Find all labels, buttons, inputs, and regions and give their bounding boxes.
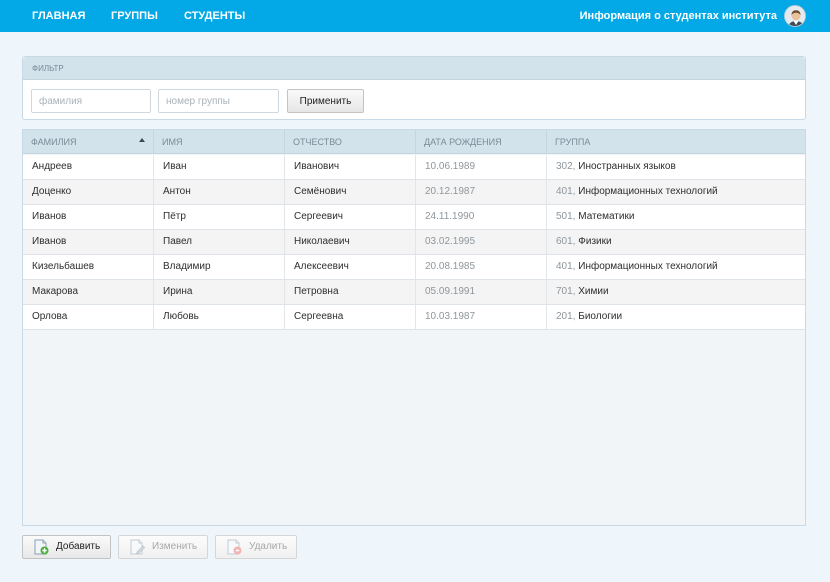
column-header-label: ИМЯ bbox=[162, 137, 183, 147]
cell-birth-date: 20.08.1985 bbox=[416, 255, 547, 279]
cell-birth-date: 24.11.1990 bbox=[416, 205, 547, 229]
cell-birth-date: 03.02.1995 bbox=[416, 230, 547, 254]
grid-body: Андреев Иван Иванович 10.06.1989 302, Ин… bbox=[23, 155, 805, 330]
group-number-filter-input[interactable] bbox=[158, 89, 279, 113]
cell-group: 302, Иностранных языков bbox=[547, 155, 805, 179]
group-name: Биологии bbox=[578, 311, 623, 322]
cell-patronymic: Семёнович bbox=[285, 180, 416, 204]
cell-birth-date: 05.09.1991 bbox=[416, 280, 547, 304]
table-row[interactable]: Макарова Ирина Петровна 05.09.1991 701, … bbox=[23, 280, 805, 305]
column-header-surname[interactable]: ФАМИЛИЯ bbox=[23, 130, 154, 154]
students-grid: ФАМИЛИЯ ИМЯ ОТЧЕСТВО ДАТА РОЖДЕНИЯ ГРУПП… bbox=[22, 129, 806, 526]
sort-ascending-icon bbox=[139, 138, 145, 142]
group-number: 401, bbox=[556, 186, 576, 197]
cell-surname: Орлова bbox=[23, 305, 154, 329]
app-title: Информация о студентах института bbox=[579, 10, 777, 22]
cell-name: Пётр bbox=[154, 205, 285, 229]
group-number: 701, bbox=[556, 286, 576, 297]
edit-button-label: Изменить bbox=[152, 541, 198, 552]
group-number: 201, bbox=[556, 311, 576, 322]
cell-group: 201, Биологии bbox=[547, 305, 805, 329]
nav-students[interactable]: СТУДЕНТЫ bbox=[184, 0, 245, 32]
nav-home[interactable]: ГЛАВНАЯ bbox=[32, 0, 85, 32]
cell-patronymic: Алексеевич bbox=[285, 255, 416, 279]
cell-group: 601, Физики bbox=[547, 230, 805, 254]
cell-group: 401, Информационных технологий bbox=[547, 180, 805, 204]
add-button[interactable]: Добавить bbox=[22, 535, 111, 559]
group-name: Физики bbox=[578, 236, 612, 247]
cell-patronymic: Николаевич bbox=[285, 230, 416, 254]
cell-surname: Андреев bbox=[23, 155, 154, 179]
cell-name: Павел bbox=[154, 230, 285, 254]
cell-patronymic: Петровна bbox=[285, 280, 416, 304]
cell-group: 701, Химии bbox=[547, 280, 805, 304]
apply-filter-button[interactable]: Применить bbox=[287, 89, 364, 113]
cell-name: Иван bbox=[154, 155, 285, 179]
group-number: 401, bbox=[556, 261, 576, 272]
table-row[interactable]: Кизельбашев Владимир Алексеевич 20.08.19… bbox=[23, 255, 805, 280]
cell-surname: Макарова bbox=[23, 280, 154, 304]
table-row[interactable]: Андреев Иван Иванович 10.06.1989 302, Ин… bbox=[23, 155, 805, 180]
group-number: 501, bbox=[556, 211, 576, 222]
column-header-group[interactable]: ГРУППА bbox=[547, 130, 805, 154]
cell-patronymic: Сергеевна bbox=[285, 305, 416, 329]
add-document-icon bbox=[33, 539, 49, 555]
cell-birth-date: 10.03.1987 bbox=[416, 305, 547, 329]
column-header-label: ДАТА РОЖДЕНИЯ bbox=[424, 137, 502, 147]
group-name: Математики bbox=[578, 211, 635, 222]
table-row[interactable]: Орлова Любовь Сергеевна 10.03.1987 201, … bbox=[23, 305, 805, 330]
grid-header: ФАМИЛИЯ ИМЯ ОТЧЕСТВО ДАТА РОЖДЕНИЯ ГРУПП… bbox=[23, 130, 805, 154]
cell-surname: Иванов bbox=[23, 205, 154, 229]
nav-groups[interactable]: ГРУППЫ bbox=[111, 0, 158, 32]
cell-birth-date: 10.06.1989 bbox=[416, 155, 547, 179]
column-header-birth-date[interactable]: ДАТА РОЖДЕНИЯ bbox=[416, 130, 547, 154]
surname-filter-input[interactable] bbox=[31, 89, 151, 113]
user-avatar-icon[interactable] bbox=[784, 5, 806, 27]
group-name: Иностранных языков bbox=[578, 161, 676, 172]
cell-patronymic: Иванович bbox=[285, 155, 416, 179]
add-button-label: Добавить bbox=[56, 541, 101, 552]
edit-button[interactable]: Изменить bbox=[118, 535, 208, 559]
group-number: 302, bbox=[556, 161, 576, 172]
cell-surname: Кизельбашев bbox=[23, 255, 154, 279]
group-number: 601, bbox=[556, 236, 576, 247]
column-header-label: ФАМИЛИЯ bbox=[31, 137, 77, 147]
cell-surname: Доценко bbox=[23, 180, 154, 204]
column-header-label: ОТЧЕСТВО bbox=[293, 137, 342, 147]
cell-surname: Иванов bbox=[23, 230, 154, 254]
cell-group: 401, Информационных технологий bbox=[547, 255, 805, 279]
table-row[interactable]: Иванов Пётр Сергеевич 24.11.1990 501, Ма… bbox=[23, 205, 805, 230]
column-header-name[interactable]: ИМЯ bbox=[154, 130, 285, 154]
edit-document-icon bbox=[129, 539, 146, 555]
group-name: Химии bbox=[578, 286, 609, 297]
group-name: Информационных технологий bbox=[578, 186, 718, 197]
filter-panel: ФИЛЬТР Применить bbox=[22, 56, 806, 120]
column-header-patronymic[interactable]: ОТЧЕСТВО bbox=[285, 130, 416, 154]
table-row[interactable]: Иванов Павел Николаевич 03.02.1995 601, … bbox=[23, 230, 805, 255]
cell-group: 501, Математики bbox=[547, 205, 805, 229]
cell-name: Любовь bbox=[154, 305, 285, 329]
top-navbar: ГЛАВНАЯ ГРУППЫ СТУДЕНТЫ Информация о сту… bbox=[0, 0, 830, 32]
group-name: Информационных технологий bbox=[578, 261, 718, 272]
cell-patronymic: Сергеевич bbox=[285, 205, 416, 229]
cell-name: Антон bbox=[154, 180, 285, 204]
cell-name: Владимир bbox=[154, 255, 285, 279]
table-row[interactable]: Доценко Антон Семёнович 20.12.1987 401, … bbox=[23, 180, 805, 205]
cell-name: Ирина bbox=[154, 280, 285, 304]
column-header-label: ГРУППА bbox=[555, 137, 591, 147]
delete-button[interactable]: Удалить bbox=[215, 535, 297, 559]
filter-title: ФИЛЬТР bbox=[23, 57, 805, 80]
delete-button-label: Удалить bbox=[249, 541, 288, 552]
cell-birth-date: 20.12.1987 bbox=[416, 180, 547, 204]
delete-document-icon bbox=[226, 539, 242, 555]
